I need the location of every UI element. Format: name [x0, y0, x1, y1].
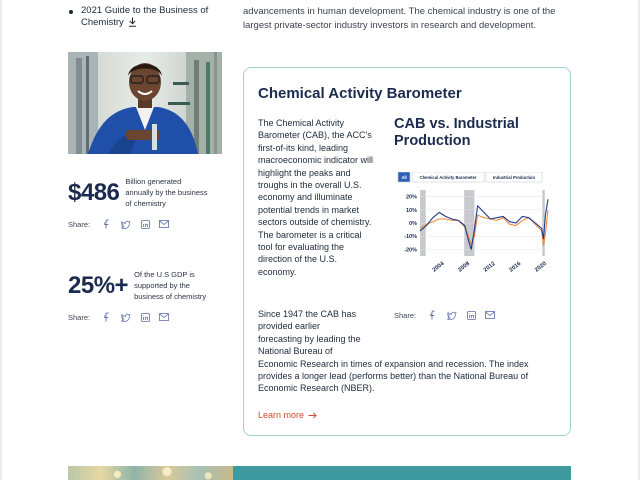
- legend-label: Industrial Production: [493, 175, 536, 180]
- banner-panel: [233, 466, 571, 480]
- history-line: provides a longer lead (performs better)…: [258, 371, 529, 382]
- page: 2021 Guide to the Business of Chemistry: [0, 0, 640, 480]
- share-label: Share:: [68, 312, 91, 322]
- bottom-banner: [68, 466, 571, 480]
- legend-label: All: [401, 175, 406, 180]
- share-label: Share:: [68, 219, 91, 229]
- linkedin-icon[interactable]: [140, 312, 150, 322]
- banner-image: [68, 466, 233, 480]
- history-line: Economic Research (NBER).: [258, 383, 375, 394]
- arrow-right-icon[interactable]: [308, 412, 317, 419]
- stat-description: Of the U.S GDP is supported by the busin…: [134, 270, 207, 301]
- scientist-photo: [68, 52, 222, 154]
- history-line: forecasting by leading the: [258, 333, 361, 344]
- history-line: National Bureau of: [258, 346, 333, 357]
- y-tick-label: 0%: [409, 221, 417, 227]
- history-line: Since 1947 the CAB has: [258, 309, 357, 319]
- x-tick-label: 2016: [508, 260, 522, 273]
- card-title: Chemical Activity Barometer: [258, 85, 462, 102]
- twitter-icon[interactable]: [121, 312, 131, 322]
- cab-chart-svg: All Chemical Activity Barometer Industrial…: [397, 171, 549, 274]
- share-row: Share:: [68, 219, 228, 229]
- series-line-industrial-production: [419, 209, 549, 246]
- facebook-icon[interactable]: [102, 312, 112, 322]
- y-tick-label: 10%: [406, 208, 417, 214]
- stat-value: 25%+: [68, 271, 129, 299]
- x-tick-label: 2004: [432, 260, 446, 273]
- email-icon[interactable]: [159, 312, 170, 322]
- intro-text: advancements in human development. The c…: [243, 6, 556, 31]
- stat-block-gdp: 25%+ Of the U.S GDP is supported by the …: [68, 269, 228, 322]
- y-tick-label: -10%: [404, 234, 417, 240]
- legend-label: Chemical Activity Barometer: [420, 175, 477, 180]
- chart-title: CAB vs. Industrial Production: [394, 116, 519, 149]
- history-line: Economic Research in times of expansion …: [258, 358, 529, 369]
- resource-item[interactable]: 2021 Guide to the Business of Chemistry: [68, 5, 228, 29]
- x-tick-label: 2012: [483, 261, 497, 274]
- chemical-activity-barometer-card: Chemical Activity Barometer The Chemical…: [243, 67, 571, 436]
- stat-block-revenue: $486 Billion generated annually by the b…: [68, 176, 228, 229]
- series-line-cab: [419, 199, 549, 250]
- twitter-icon[interactable]: [121, 219, 131, 229]
- x-tick-label: 2020: [534, 261, 548, 274]
- x-tick-label: 2008: [457, 260, 471, 273]
- download-icon[interactable]: [128, 17, 137, 27]
- share-row: Share:: [68, 312, 228, 322]
- learn-more-label[interactable]: Learn more: [258, 410, 304, 420]
- stat-description: Billion generated annually by the busine…: [125, 177, 208, 208]
- y-tick-label: 20%: [406, 195, 417, 201]
- cab-chart[interactable]: All Chemical Activity Barometer Industrial…: [396, 171, 554, 282]
- email-icon[interactable]: [159, 219, 170, 229]
- y-tick-label: -20%: [404, 247, 417, 253]
- facebook-icon[interactable]: [102, 219, 112, 229]
- linkedin-icon[interactable]: [140, 219, 150, 229]
- stat-value: $486: [68, 178, 120, 206]
- card-description: The Chemical Activity Barometer (CAB), t…: [258, 118, 374, 277]
- learn-more-link[interactable]: Learn more: [258, 410, 317, 420]
- resource-item-label[interactable]: 2021 Guide to the Business of Chemistry: [81, 5, 208, 28]
- history-line: provided earlier: [258, 321, 321, 332]
- resource-list: 2021 Guide to the Business of Chemistry: [68, 5, 228, 29]
- card-history-text: Since 1947 the CAB has provided earlier …: [258, 308, 558, 395]
